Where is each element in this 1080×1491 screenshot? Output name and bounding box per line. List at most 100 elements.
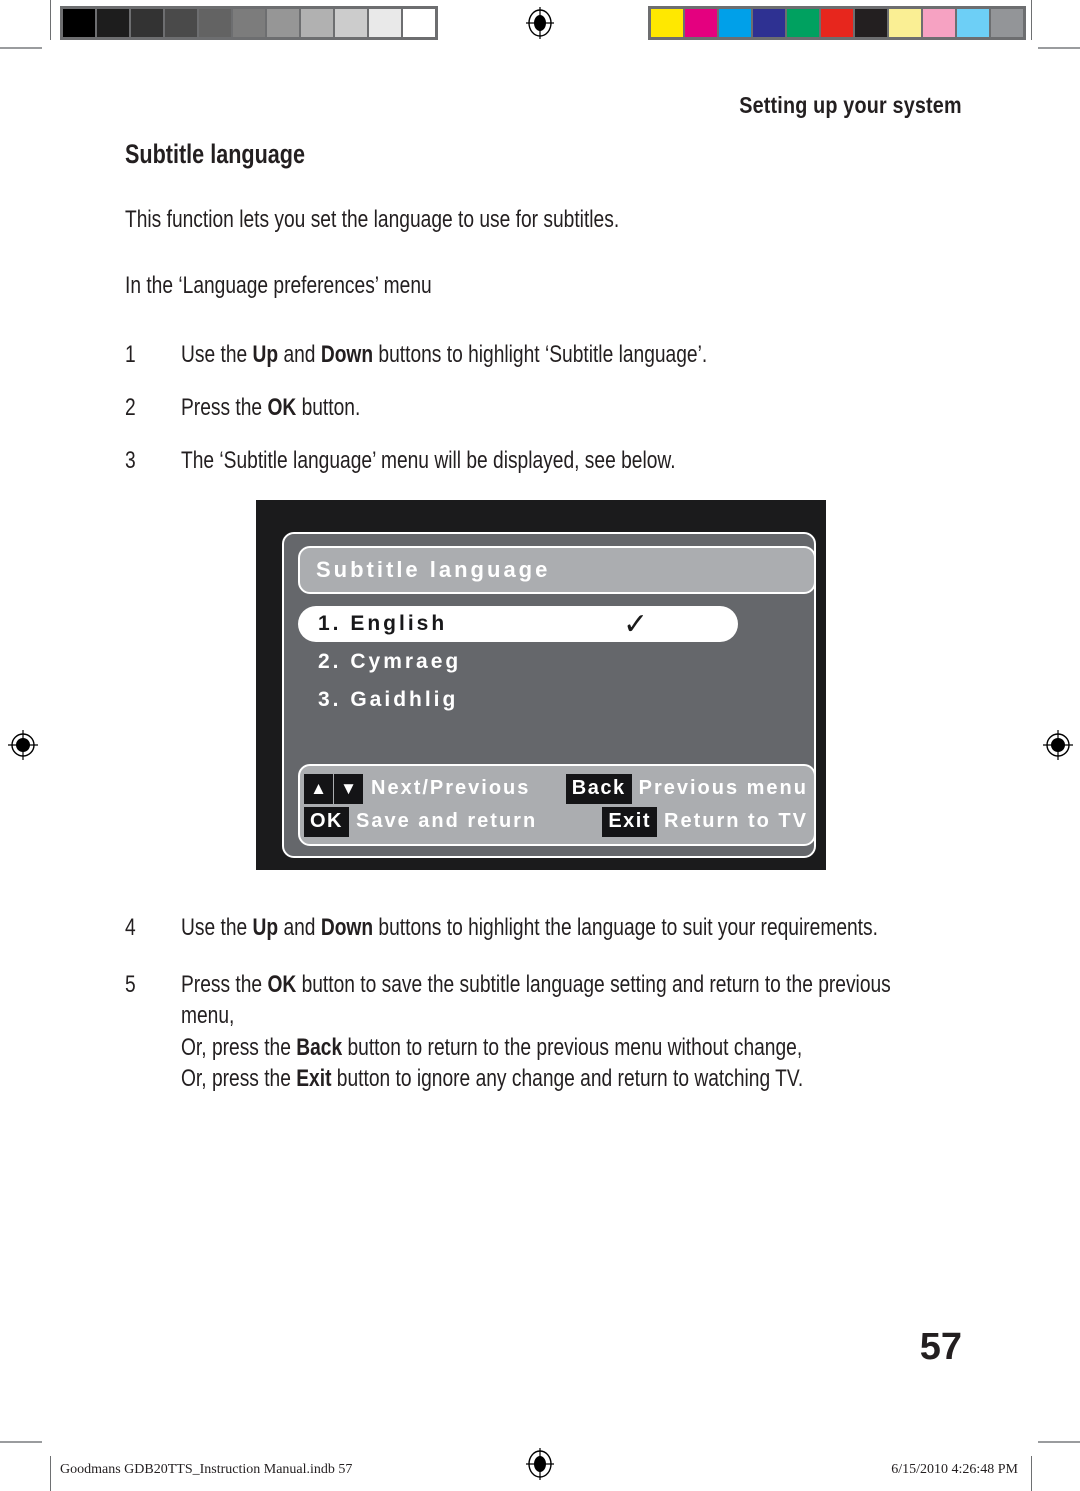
osd-panel: Subtitle language 1. English ✓ 2. Cymraeg 3… (282, 532, 816, 858)
trim-mark-left-vertical (50, 0, 51, 40)
numbered-steps-upper: 1 Use the Up and Down buttons to highligh… (125, 339, 985, 477)
step-text-line: menu, (181, 1000, 1068, 1031)
osd-list-item-2[interactable]: 2. Cymraeg (298, 644, 816, 680)
body-text-run: Or, press the (181, 1064, 297, 1092)
ok-key-icon: OK (304, 806, 349, 837)
trim-mark-bottom-right-horizontal (1038, 1441, 1080, 1443)
color-patch-10 (957, 9, 989, 37)
step-item: 5 Press the OK button to save the subtitl… (125, 969, 985, 1094)
down-arrow-key-icon: ▼ (334, 773, 363, 804)
color-patch-6 (821, 9, 853, 37)
trim-mark-bottom-left-horizontal (0, 1441, 42, 1443)
emphasised-term: Up (252, 340, 279, 368)
intro-paragraph-text: This function lets you set the language … (125, 205, 620, 233)
step-number: 4 (125, 914, 136, 941)
trim-mark-right-vertical (1031, 0, 1032, 40)
running-head: Setting up your system (739, 92, 962, 118)
body-text-run: button to return to the previous menu wi… (342, 1033, 803, 1061)
step-text: Use the Up and Down buttons to highlight… (181, 912, 1052, 943)
body-text-run: and (278, 914, 321, 941)
color-patch-3 (719, 9, 751, 37)
step-item: 1 Use the Up and Down buttons to highligh… (125, 339, 985, 370)
section-title-text: Subtitle language (125, 139, 306, 169)
osd-list-item-3[interactable]: 3. Gaidhlig (298, 682, 816, 718)
osd-help-row-1: ▲ ▼ Next/Previous Back Previous menu (300, 772, 814, 805)
section-title: Subtitle language (125, 139, 985, 170)
gray-patch-2 (97, 9, 129, 37)
step-number: 1 (125, 340, 136, 368)
registration-mark-right-middle (1043, 730, 1073, 760)
trim-mark-bottom-left-vertical (50, 1456, 51, 1491)
body-text-run: button to save the subtitle language set… (296, 971, 891, 999)
registration-mark-bottom-center (526, 1448, 554, 1480)
step-text: Press the OK button to save the subtitle… (181, 969, 1068, 1094)
body-text-run: button to ignore any change and return t… (331, 1064, 804, 1092)
registration-mark-top-center (526, 7, 554, 39)
tv-menu-screenshot: Subtitle language 1. English ✓ 2. Cymraeg 3… (256, 500, 826, 870)
grayscale-calibration-strip (60, 6, 438, 40)
footer-timestamp: 6/15/2010 4:26:48 PM (891, 1462, 1018, 1477)
color-patch-8 (889, 9, 921, 37)
emphasised-term: Up (252, 914, 279, 941)
gray-patch-5 (199, 9, 231, 37)
emphasised-term: OK (267, 971, 297, 999)
page-number: 57 (919, 1326, 962, 1368)
color-patch-7 (855, 9, 887, 37)
trim-mark-bottom-right-vertical (1031, 1456, 1032, 1491)
emphasised-term: Back (296, 1033, 343, 1061)
checkmark-icon: ✓ (623, 608, 649, 641)
gray-patch-10 (369, 9, 401, 37)
step-text-line: Or, press the Exit button to ignore any … (181, 1063, 1068, 1094)
body-text-run: Use the (181, 914, 253, 941)
exit-key-icon: Exit (602, 806, 657, 837)
body-text-run: and (278, 340, 321, 368)
osd-help-label-return-to-tv: Return to TV (664, 810, 808, 832)
gray-patch-7 (267, 9, 299, 37)
intro-paragraph: This function lets you set the language … (125, 206, 985, 234)
color-patch-4 (753, 9, 785, 37)
step-number: 3 (125, 447, 136, 475)
step-text: The ‘Subtitle language’ menu will be dis… (181, 445, 985, 476)
emphasised-term: Down (320, 914, 374, 941)
body-text-run: Press the (181, 971, 268, 999)
osd-title-bar: Subtitle language (298, 546, 816, 594)
page-body-lower: 4 Use the Up and Down buttons to highligh… (125, 912, 985, 1120)
osd-list-item-1[interactable]: 1. English ✓ (298, 606, 738, 642)
osd-help-row-2: OK Save and return Exit Return to TV (300, 805, 814, 838)
gray-patch-11 (403, 9, 435, 37)
osd-help-bar: ▲ ▼ Next/Previous Back Previous menu OK S… (298, 764, 816, 846)
trim-mark-top-right-horizontal (1038, 47, 1080, 49)
color-calibration-strip (648, 6, 1026, 40)
step-text-line: Use the Up and Down buttons to highlight… (181, 912, 1052, 943)
gray-patch-8 (301, 9, 333, 37)
trim-mark-top-left-horizontal (0, 47, 42, 49)
emphasised-term: OK (267, 394, 297, 422)
osd-title-text: Subtitle language (316, 557, 551, 582)
gray-patch-3 (131, 9, 163, 37)
footer-file-name: Goodmans GDB20TTS_Instruction Manual.ind… (60, 1462, 353, 1477)
context-paragraph: In the ‘Language preferences’ menu (125, 272, 985, 300)
body-text-run: menu, (181, 1002, 235, 1030)
gray-patch-9 (335, 9, 367, 37)
step-number: 5 (125, 971, 136, 999)
registration-mark-left-middle (8, 730, 38, 760)
osd-list-item-label: 3. Gaidhlig (318, 688, 459, 711)
osd-help-label-save-and-return: Save and return (356, 810, 538, 832)
color-patch-2 (685, 9, 717, 37)
back-key-icon: Back (565, 773, 632, 804)
step-item: 2 Press the OK button. (125, 392, 985, 423)
color-patch-11 (991, 9, 1023, 37)
body-text-run: buttons to highlight the language to sui… (373, 914, 878, 941)
numbered-steps-lower: 4 Use the Up and Down buttons to highligh… (125, 912, 985, 1094)
gray-patch-4 (165, 9, 197, 37)
step-item: 4 Use the Up and Down buttons to highligh… (125, 912, 985, 943)
body-text-run: Or, press the (181, 1033, 297, 1061)
step-text-line: Or, press the Back button to return to t… (181, 1032, 1068, 1063)
gray-patch-1 (63, 9, 95, 37)
step-text: Use the Up and Down buttons to highlight… (181, 339, 985, 370)
up-arrow-key-icon: ▲ (304, 773, 333, 804)
osd-list-item-label: 2. Cymraeg (318, 650, 462, 673)
body-text-run: buttons to highlight ‘Subtitle language’… (373, 340, 708, 368)
osd-help-label-previous-menu: Previous menu (638, 777, 808, 799)
step-text-line: Press the OK button to save the subtitle… (181, 969, 1068, 1000)
